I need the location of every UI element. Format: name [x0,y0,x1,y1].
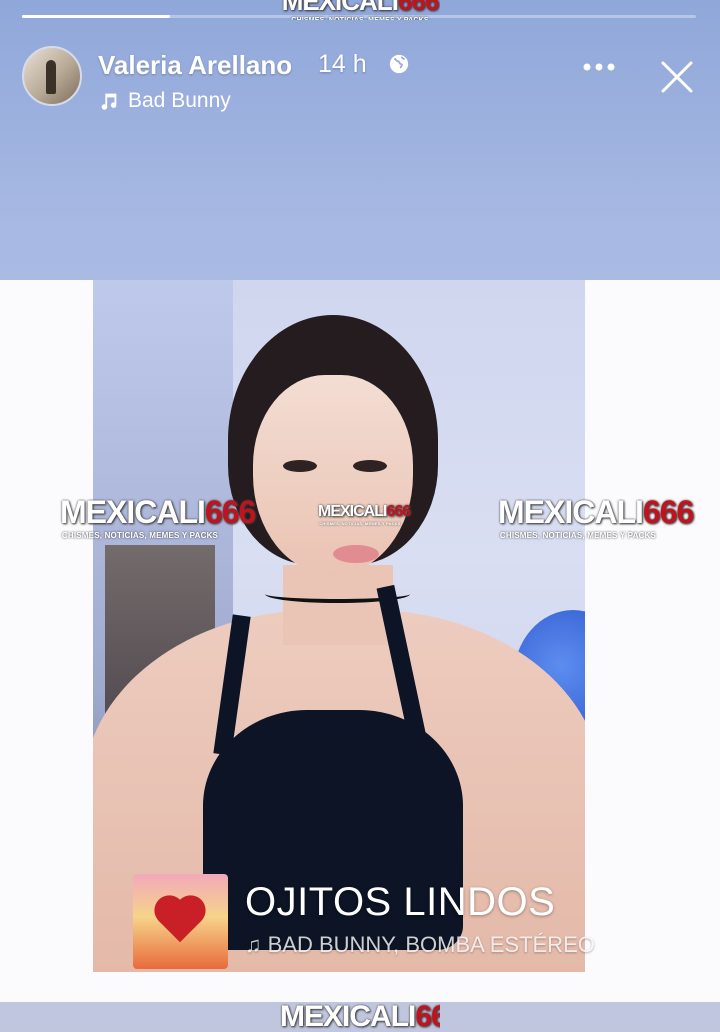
watermark-brand-number: 666 [642,494,694,530]
watermark-brand-number: 666 [397,0,439,16]
music-note-icon [101,93,117,110]
watermark-tagline: CHISMES, NOTICIAS, MEMES Y PACKS [61,531,219,540]
photo-eye-right [353,460,387,472]
watermark-tagline: CHISMES, NOTICIAS, MEMES Y PACKS [280,17,440,20]
story-photo[interactable] [93,280,585,972]
watermark-brand-text: MEXICALI [60,494,206,530]
post-time: 14 h [318,50,367,78]
watermark-brand-text: MEXICALI [498,494,644,530]
watermark-brand-text: MEXICALI [318,503,387,520]
watermark-tagline: CHISMES, NOTICIAS, MEMES Y PACKS [319,521,401,526]
song-title[interactable]: OJITOS LINDOS [245,880,555,925]
author-name[interactable]: Valeria Arellano [98,50,292,81]
avatar[interactable] [22,46,82,106]
watermark-brand-number: 666 [415,1000,440,1032]
photo-face [253,375,413,575]
music-row[interactable]: Bad Bunny [98,89,231,113]
watermark-brand-text: MEXICALI [280,1000,416,1032]
watermark-right: MEXICALI666 CHISMES, NOTICIAS, MEMES Y P… [498,494,694,540]
photo-eye-left [283,460,317,472]
globe-icon [389,54,409,74]
watermark-bottom: MEXICALI666 [280,1000,440,1032]
watermark-brand-number: 666 [386,503,411,520]
heart-icon [158,899,202,943]
song-artist: ♫ BAD BUNNY, BOMBA ESTÉREO [245,932,595,957]
photo-neck [283,565,393,645]
music-label: Bad Bunny [128,89,231,112]
story-progress-fill [22,15,171,18]
watermark-brand-text: MEXICALI [281,0,399,16]
album-art[interactable] [133,874,228,969]
more-options-icon[interactable] [582,58,616,76]
watermark-center: MEXICALI666 CHISMES, NOTICIAS, MEMES Y P… [318,503,411,526]
story-header: Valeria Arellano 14 h Bad Bunny [0,40,720,120]
close-icon[interactable] [660,60,694,94]
watermark-brand-number: 666 [204,494,256,530]
watermark-left: MEXICALI666 CHISMES, NOTICIAS, MEMES Y P… [60,494,256,540]
photo-lips [333,545,379,563]
watermark-tagline: CHISMES, NOTICIAS, MEMES Y PACKS [499,531,657,540]
watermark-top: MEXICALI666 CHISMES, NOTICIAS, MEMES Y P… [280,0,440,20]
